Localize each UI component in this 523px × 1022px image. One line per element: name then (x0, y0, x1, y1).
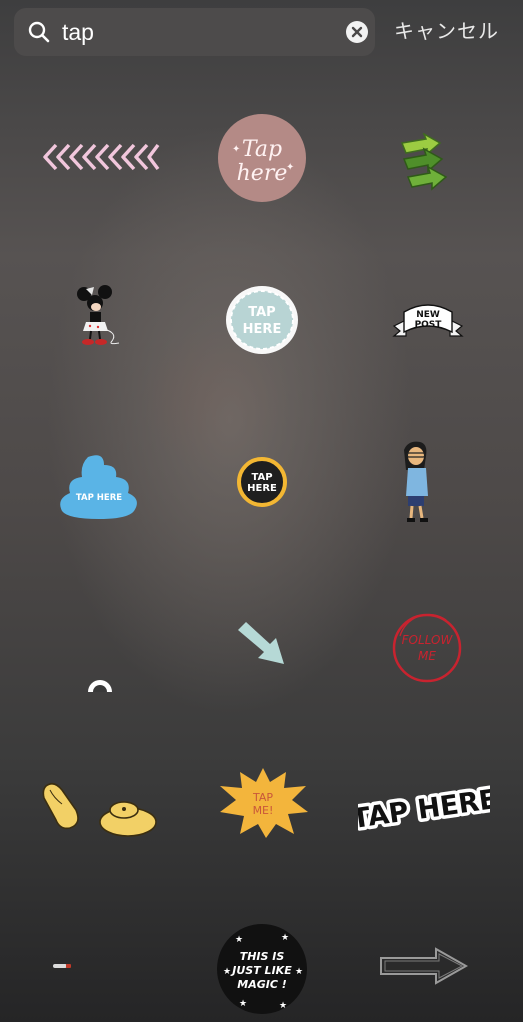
svg-text:✦: ✦ (286, 162, 294, 173)
sticker-cartoon-girl[interactable] (398, 440, 438, 526)
sticker-poop-tap-here[interactable]: TAP HERE (58, 453, 140, 521)
sticker-label: TAP HERE (76, 493, 122, 503)
cancel-button[interactable]: キャンセル (394, 18, 499, 46)
svg-text:★: ★ (223, 966, 231, 976)
sticker-label: HERE (243, 322, 282, 337)
sticker-tap-here-bold[interactable]: TAP HERE (358, 774, 490, 836)
search-field[interactable]: tap (14, 8, 375, 56)
svg-text:✦: ✦ (232, 144, 240, 155)
sticker-label: MAGIC ! (237, 978, 287, 991)
sticker-label: Tap (242, 137, 282, 162)
sticker-new-post-banner[interactable]: NEW POST (392, 298, 464, 342)
sticker-label: TAP (252, 791, 273, 804)
sticker-label: here (237, 161, 288, 186)
svg-text:★: ★ (279, 1000, 287, 1010)
sticker-tap-me-burst[interactable]: TAP ME! (216, 766, 310, 840)
search-icon (28, 21, 50, 43)
sticker-label: JUST LIKE (230, 964, 292, 977)
sticker-yellow-shoes[interactable] (40, 780, 160, 840)
sticker-label: ME (418, 649, 436, 663)
search-input[interactable]: tap (62, 18, 94, 46)
sticker-tiny-item[interactable] (52, 962, 72, 970)
clear-search-button[interactable] (346, 21, 368, 43)
sticker-tap-here-script[interactable]: Tap here ✦ ✦ (216, 112, 308, 204)
sticker-magic-circle[interactable]: ★ ★ ★ ★ ★ ★ THIS IS JUST LIKE MAGIC ! (215, 922, 309, 1016)
sticker-label: POST (415, 320, 443, 330)
sticker-label: ME! (253, 804, 274, 817)
close-icon (351, 26, 363, 38)
svg-text:★: ★ (239, 998, 247, 1008)
search-header: tap キャンセル (0, 0, 523, 66)
sticker-tap-here-circle[interactable]: TAP HERE (224, 284, 300, 356)
sticker-green-arrows[interactable] (396, 133, 454, 193)
sticker-label: TAP (248, 305, 275, 320)
sticker-label: HERE (247, 483, 277, 494)
sticker-label: NEW (416, 310, 440, 320)
svg-text:★: ★ (281, 932, 289, 942)
svg-text:★: ★ (295, 966, 303, 976)
sticker-outline-arrow-right[interactable] (378, 946, 470, 986)
sticker-label: THIS IS (240, 950, 285, 963)
sticker-label: TAP HERE (358, 784, 490, 835)
sticker-half-circle[interactable] (86, 676, 114, 692)
sticker-tap-here-ring[interactable]: TAP HERE (236, 456, 288, 508)
sticker-minnie-mouse[interactable] (74, 285, 124, 351)
sticker-label: FOLLOW (402, 633, 454, 647)
svg-text:★: ★ (235, 934, 243, 944)
sticker-follow-me[interactable]: FOLLOW ME (390, 612, 464, 684)
sticker-diagonal-arrow[interactable] (236, 620, 288, 666)
sticker-label: TAP (251, 472, 272, 483)
sticker-chevrons-left[interactable] (40, 140, 160, 174)
